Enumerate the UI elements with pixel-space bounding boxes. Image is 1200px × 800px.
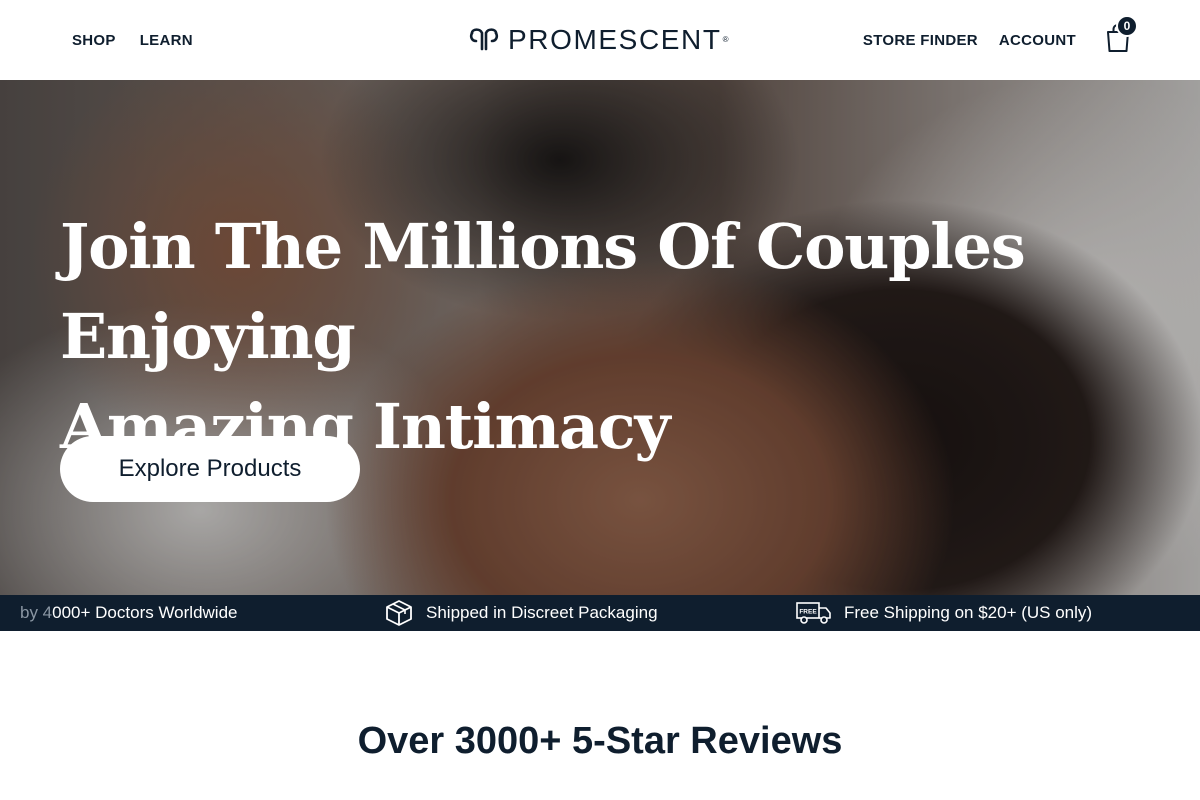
hero-banner: Join The Millions Of Couples Enjoying Am… <box>0 80 1200 595</box>
trust-item-doctors: by 4000+ Doctors Worldwide <box>20 595 238 631</box>
trust-item-packaging: Shipped in Discreet Packaging <box>384 595 658 631</box>
nav-learn-link[interactable]: LEARN <box>140 32 193 49</box>
trust-item-doctors-faded: by 4 <box>20 603 53 622</box>
free-shipping-truck-icon: FREE <box>796 602 831 624</box>
explore-products-button[interactable]: Explore Products <box>60 436 360 502</box>
package-box-icon <box>386 600 412 626</box>
hero-title: Join The Millions Of Couples Enjoying Am… <box>60 202 1160 472</box>
nav-account-link[interactable]: ACCOUNT <box>999 32 1076 49</box>
hero-title-line1: Join The Millions Of Couples Enjoying <box>60 210 1026 373</box>
logo-mark-icon <box>469 28 499 51</box>
trust-item-free-shipping: FREE Free Shipping on $20+ (US only) <box>796 595 1092 631</box>
cart-count-badge: 0 <box>1116 15 1138 37</box>
nav-shop-link[interactable]: SHOP <box>72 32 116 49</box>
trust-bar: by 4000+ Doctors Worldwide Shipped in Di… <box>0 595 1200 631</box>
reviews-heading: Over 3000+ 5-Star Reviews <box>357 720 843 762</box>
nav-store-finder-link[interactable]: STORE FINDER <box>863 32 978 49</box>
svg-text:FREE: FREE <box>799 609 817 616</box>
logo-wordmark: PROMESCENT® <box>508 24 731 55</box>
utility-nav: STORE FINDER ACCOUNT <box>863 0 1076 80</box>
trust-item-packaging-text: Shipped in Discreet Packaging <box>426 603 658 622</box>
primary-nav: SHOP LEARN <box>72 0 193 80</box>
trust-item-free-shipping-text: Free Shipping on $20+ (US only) <box>844 603 1093 622</box>
brand-logo[interactable]: PROMESCENT® <box>468 24 730 56</box>
trust-item-doctors-text: 000+ Doctors Worldwide <box>52 603 238 622</box>
site-header: SHOP LEARN PROMESCENT® STORE FINDER ACCO… <box>0 0 1200 80</box>
